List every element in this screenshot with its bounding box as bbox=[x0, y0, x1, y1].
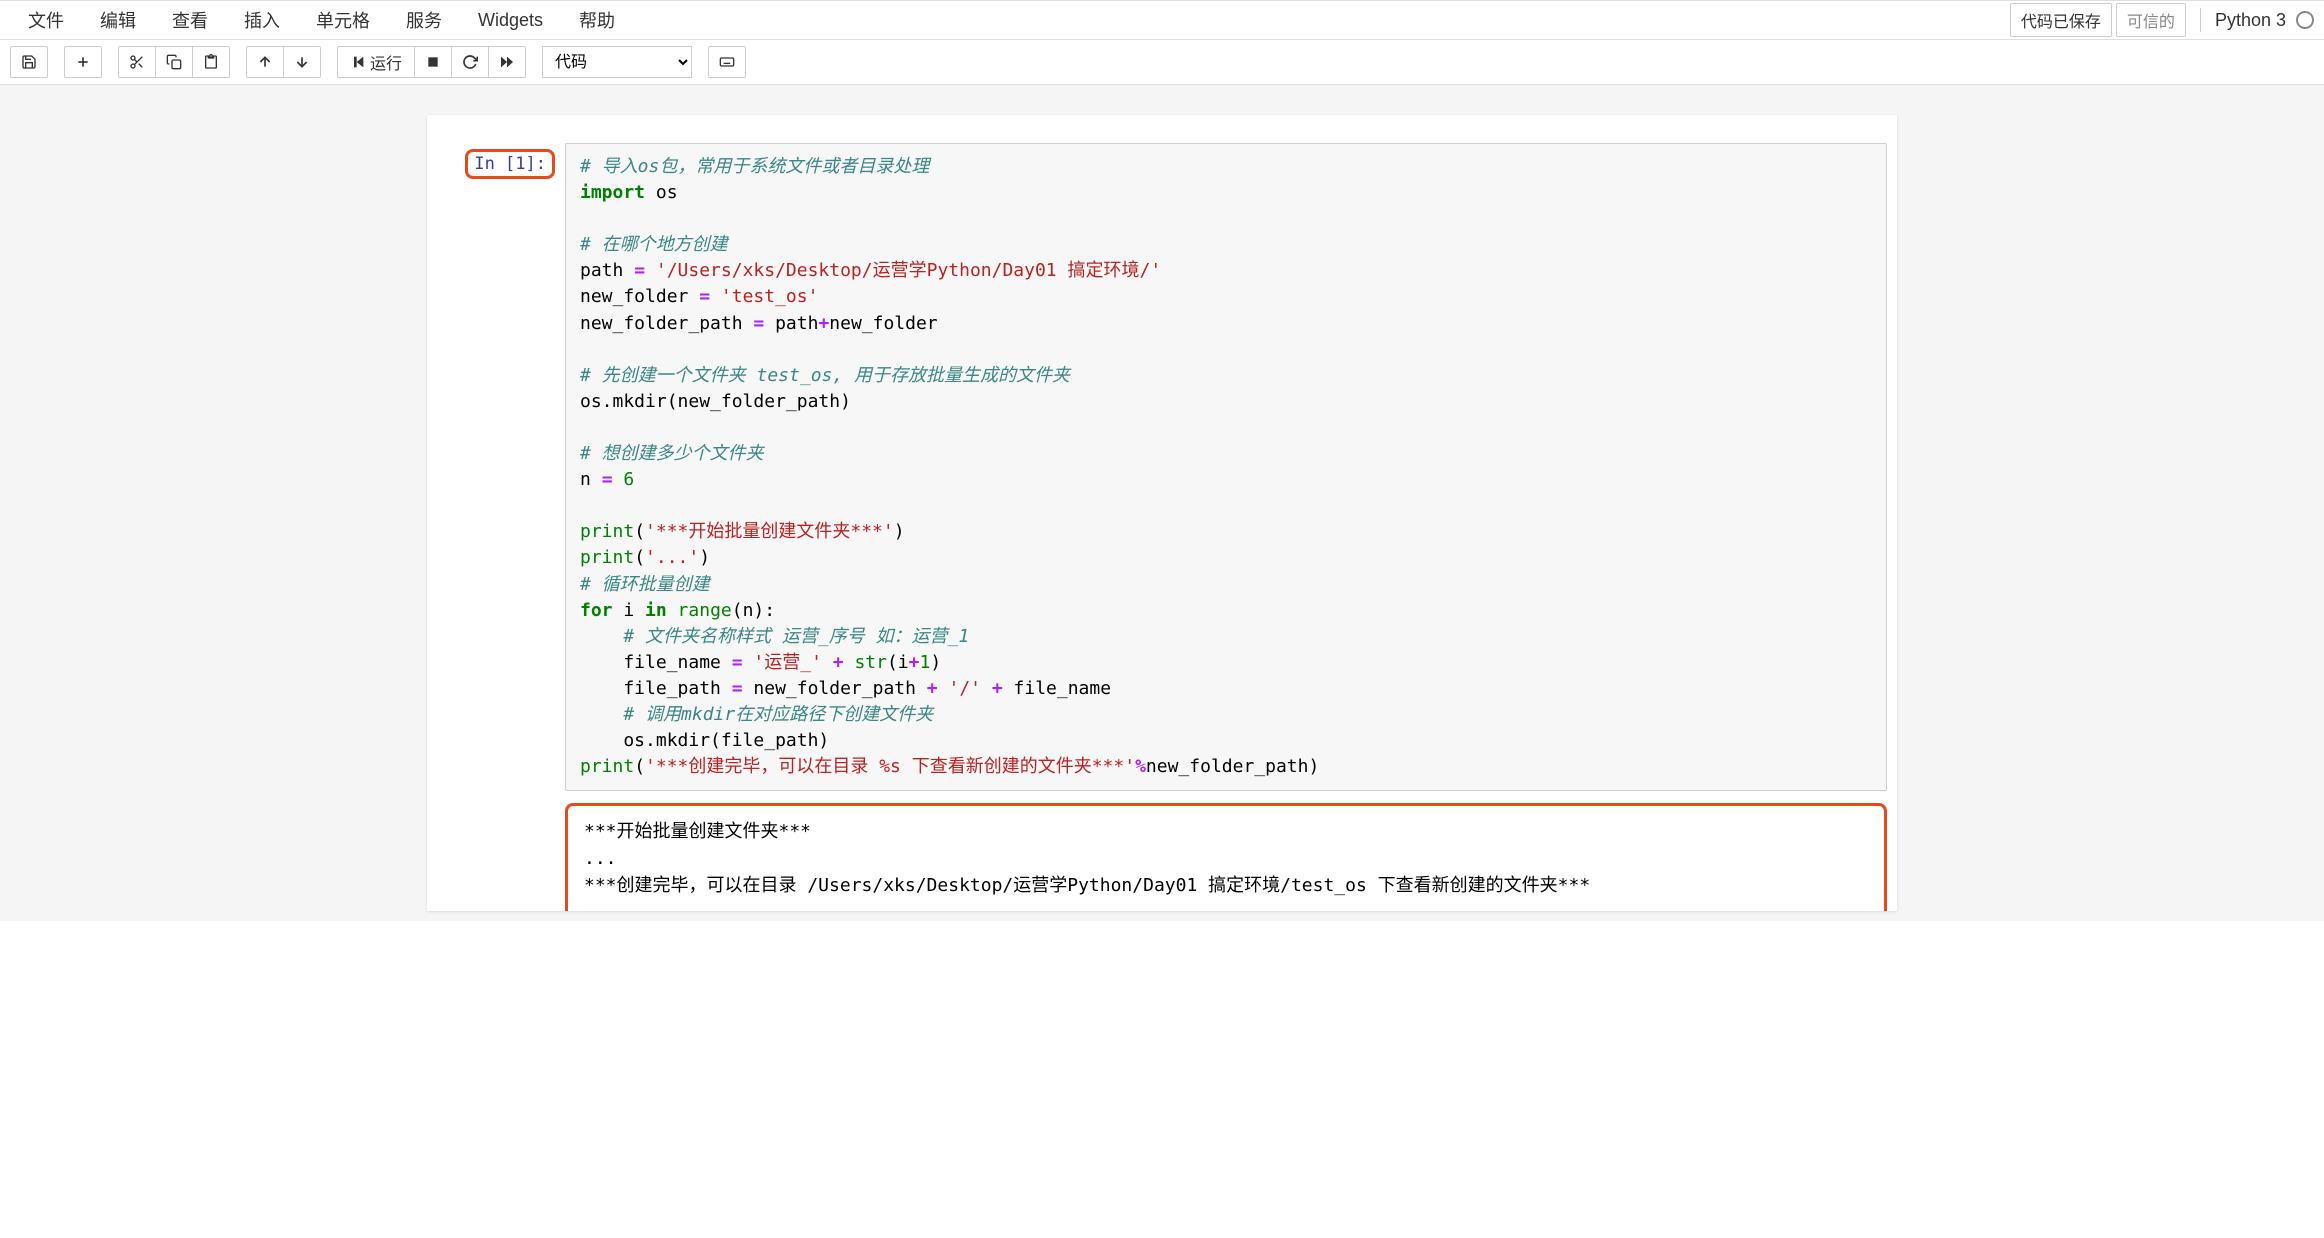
keyboard-icon bbox=[719, 54, 735, 70]
menu-view[interactable]: 查看 bbox=[154, 0, 226, 41]
stop-button[interactable] bbox=[414, 46, 452, 78]
run-label: 运行 bbox=[370, 50, 402, 74]
restart-icon bbox=[462, 54, 478, 70]
paste-icon bbox=[203, 54, 219, 70]
clipboard-group bbox=[118, 46, 230, 78]
arrow-down-icon bbox=[294, 54, 310, 70]
menu-insert[interactable]: 插入 bbox=[226, 0, 298, 41]
menu-kernel[interactable]: 服务 bbox=[388, 0, 460, 41]
notebook: In [1]: # 导入os包，常用于系统文件或者目录处理 import os … bbox=[427, 115, 1897, 911]
stop-icon bbox=[425, 54, 441, 70]
command-palette-button[interactable] bbox=[708, 46, 746, 78]
kernel-label: Python 3 bbox=[2215, 10, 2286, 31]
move-down-button[interactable] bbox=[283, 46, 321, 78]
cut-button[interactable] bbox=[118, 46, 156, 78]
add-cell-button[interactable] bbox=[64, 46, 102, 78]
menu-help[interactable]: 帮助 bbox=[561, 0, 633, 41]
copy-icon bbox=[166, 54, 182, 70]
divider bbox=[2200, 8, 2201, 32]
notebook-container: In [1]: # 导入os包，常用于系统文件或者目录处理 import os … bbox=[0, 85, 2324, 921]
input-prompt: In [1]: bbox=[437, 143, 565, 791]
arrow-up-icon bbox=[257, 54, 273, 70]
run-button[interactable]: 运行 bbox=[337, 46, 415, 78]
copy-button[interactable] bbox=[155, 46, 193, 78]
cut-icon bbox=[129, 54, 145, 70]
menu-edit[interactable]: 编辑 bbox=[82, 0, 154, 41]
trusted-status[interactable]: 可信的 bbox=[2116, 3, 2186, 37]
move-up-button[interactable] bbox=[246, 46, 284, 78]
fast-forward-icon bbox=[499, 54, 515, 70]
output-text: ***开始批量创建文件夹*** ... ***创建完毕，可以在目录 /Users… bbox=[565, 803, 1887, 911]
kernel-indicator-icon bbox=[2296, 11, 2314, 29]
move-group bbox=[246, 46, 321, 78]
run-group: 运行 bbox=[337, 46, 526, 78]
cell-type-select[interactable]: 代码 bbox=[542, 46, 692, 78]
autosave-status: 代码已保存 bbox=[2010, 3, 2112, 37]
code-input[interactable]: # 导入os包，常用于系统文件或者目录处理 import os # 在哪个地方创… bbox=[565, 143, 1887, 791]
toolbar: 运行 代码 bbox=[0, 40, 2324, 85]
prompt-highlight: In [1]: bbox=[465, 149, 555, 179]
output-cell: ***开始批量创建文件夹*** ... ***创建完毕，可以在目录 /Users… bbox=[427, 799, 1897, 911]
restart-run-all-button[interactable] bbox=[488, 46, 526, 78]
restart-button[interactable] bbox=[451, 46, 489, 78]
menu-file[interactable]: 文件 bbox=[10, 0, 82, 41]
plus-icon bbox=[75, 54, 91, 70]
menu-cell[interactable]: 单元格 bbox=[298, 0, 388, 41]
code-cell[interactable]: In [1]: # 导入os包，常用于系统文件或者目录处理 import os … bbox=[427, 135, 1897, 799]
save-button[interactable] bbox=[10, 46, 48, 78]
paste-button[interactable] bbox=[192, 46, 230, 78]
menu-widgets[interactable]: Widgets bbox=[460, 2, 561, 39]
menubar: 文件 编辑 查看 插入 单元格 服务 Widgets 帮助 代码已保存 可信的 … bbox=[0, 0, 2324, 40]
run-icon bbox=[350, 54, 366, 70]
save-icon bbox=[21, 54, 37, 70]
kernel-name[interactable]: Python 3 bbox=[2215, 10, 2314, 31]
